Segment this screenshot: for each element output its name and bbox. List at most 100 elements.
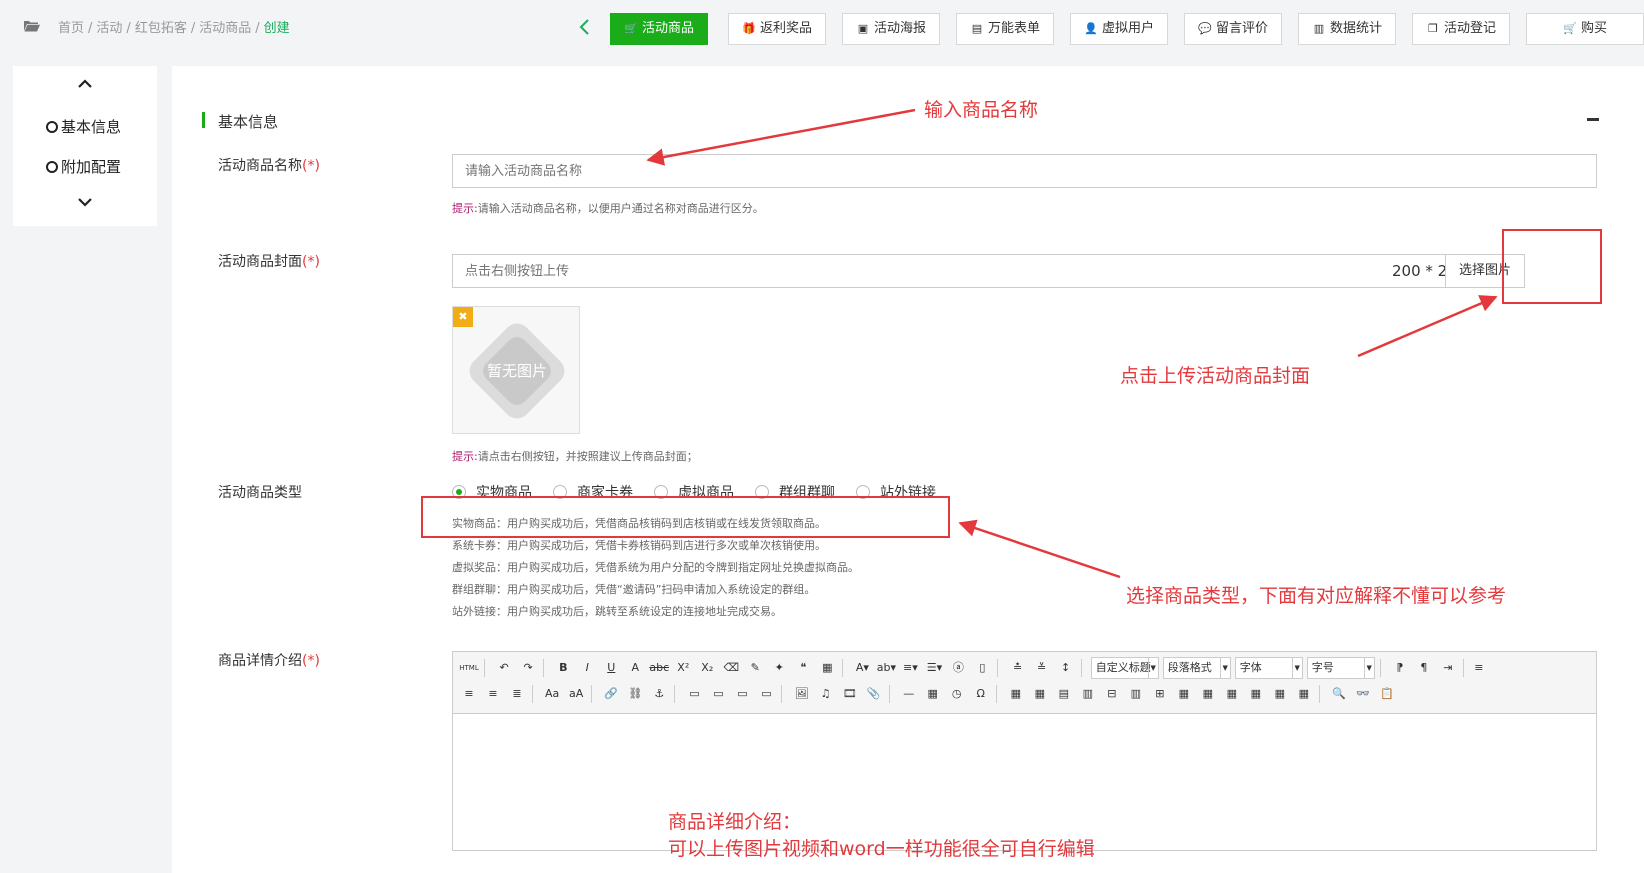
delete-row-icon[interactable]: ⊟ bbox=[1102, 684, 1122, 704]
collapse-icon[interactable] bbox=[1587, 118, 1599, 121]
chevron-up-icon[interactable] bbox=[13, 74, 157, 93]
breadcrumb-item-home[interactable]: 首页 bbox=[58, 21, 84, 36]
breadcrumb-current: 创建 bbox=[263, 21, 290, 36]
insert-table-icon[interactable]: ▦ bbox=[1006, 684, 1026, 704]
image-icon: ▣ bbox=[857, 22, 869, 35]
uppercase-icon[interactable]: Aa bbox=[542, 684, 562, 704]
highlight-box-choose-image bbox=[1502, 229, 1602, 304]
select-all-icon[interactable]: ⓐ bbox=[948, 658, 968, 678]
split-cols-icon[interactable]: ▦ bbox=[1294, 684, 1314, 704]
highlight-icon[interactable]: ab▾ bbox=[876, 658, 896, 678]
breadcrumb-item-activity[interactable]: 活动 bbox=[96, 21, 122, 36]
product-cover-input[interactable] bbox=[452, 254, 1381, 288]
tab-purchase[interactable]: 🛒 购买 bbox=[1526, 13, 1644, 45]
merge-cells-icon[interactable]: ▦ bbox=[1174, 684, 1194, 704]
drafts-icon[interactable]: 📋 bbox=[1377, 684, 1397, 704]
row-spacing-bottom-icon[interactable]: ≚ bbox=[1032, 658, 1052, 678]
subscript-icon[interactable]: X₂ bbox=[697, 658, 717, 678]
product-name-hint: 提示:请输入活动商品名称，以便用户通过名称对商品进行区分。 bbox=[452, 202, 764, 215]
insert-col-icon[interactable]: ▥ bbox=[1126, 684, 1146, 704]
date-icon[interactable]: ▦ bbox=[923, 684, 943, 704]
insert-image-icon[interactable]: 🖼 bbox=[792, 684, 812, 704]
remove-image-icon[interactable]: ✖ bbox=[453, 307, 473, 327]
image-none-icon[interactable]: ▭ bbox=[684, 684, 704, 704]
special-char-icon[interactable]: Ω bbox=[971, 684, 991, 704]
bold-icon[interactable]: B bbox=[553, 658, 573, 678]
clear-doc-icon[interactable]: ▯ bbox=[972, 658, 992, 678]
image-right-icon[interactable]: ▭ bbox=[732, 684, 752, 704]
auto-format-icon[interactable]: ✦ bbox=[769, 658, 789, 678]
cart-icon: 🛒 bbox=[624, 22, 638, 35]
align-left-icon[interactable]: ≡ bbox=[1469, 658, 1489, 678]
unlink-icon[interactable]: ⛓ bbox=[625, 684, 645, 704]
rtl-icon[interactable]: ¶ bbox=[1414, 658, 1434, 678]
align-justify-icon[interactable]: ≣ bbox=[507, 684, 527, 704]
image-center-icon[interactable]: ▭ bbox=[756, 684, 776, 704]
image-left-icon[interactable]: ▭ bbox=[708, 684, 728, 704]
tab-virtual-users[interactable]: 👤 虚拟用户 bbox=[1070, 13, 1168, 45]
split-cells-icon[interactable]: ▦ bbox=[1246, 684, 1266, 704]
tab-activity-products[interactable]: 🛒 活动商品 bbox=[610, 13, 708, 45]
annotation-detail-note-line1: 商品详细介绍： bbox=[668, 811, 802, 833]
align-right-icon[interactable]: ≡ bbox=[483, 684, 503, 704]
underline-icon[interactable]: U bbox=[601, 658, 621, 678]
lowercase-icon[interactable]: aA bbox=[566, 684, 586, 704]
insert-paragraph-before-table-icon[interactable]: ▤ bbox=[1054, 684, 1074, 704]
align-center-icon[interactable]: ≡ bbox=[459, 684, 479, 704]
sidenav-item-basic-info[interactable]: 基本信息 bbox=[46, 116, 121, 137]
unordered-list-icon[interactable]: ☰▾ bbox=[924, 658, 944, 678]
merge-down-icon[interactable]: ▦ bbox=[1222, 684, 1242, 704]
paste-plain-icon[interactable]: ▦ bbox=[817, 658, 837, 678]
font-color-icon[interactable]: A▾ bbox=[852, 658, 872, 678]
eraser-icon[interactable]: ⌫ bbox=[721, 658, 741, 678]
video-icon[interactable]: 🎞 bbox=[840, 684, 860, 704]
line-height-icon[interactable]: ↕ bbox=[1056, 658, 1076, 678]
product-name-input[interactable] bbox=[452, 154, 1597, 188]
caret-down-icon: ▼ bbox=[1219, 658, 1230, 678]
attachment-icon[interactable]: 📎 bbox=[864, 684, 884, 704]
html-source-icon[interactable]: HTML bbox=[459, 658, 479, 678]
sidenav-item-extra-config[interactable]: 附加配置 bbox=[46, 156, 121, 177]
row-spacing-top-icon[interactable]: ≛ bbox=[1008, 658, 1028, 678]
font-family-select[interactable]: 字体 ▼ bbox=[1234, 657, 1303, 679]
format-brush-icon[interactable]: ✎ bbox=[745, 658, 765, 678]
italic-icon[interactable]: I bbox=[577, 658, 597, 678]
tab-statistics[interactable]: ▥ 数据统计 bbox=[1298, 13, 1396, 45]
breadcrumb-item-products[interactable]: 活动商品 bbox=[199, 21, 251, 36]
split-rows-icon[interactable]: ▦ bbox=[1270, 684, 1290, 704]
music-icon[interactable]: ♫ bbox=[816, 684, 836, 704]
insert-row-icon[interactable]: ▥ bbox=[1078, 684, 1098, 704]
time-icon[interactable]: ◷ bbox=[947, 684, 967, 704]
font-size-select[interactable]: 字号 ▼ bbox=[1306, 657, 1375, 679]
type-explanation: 群组群聊：用户购买成功后，凭借“邀请码”扫码申请加入系统设定的群组。 bbox=[452, 583, 816, 596]
ordered-list-icon[interactable]: ≡▾ bbox=[900, 658, 920, 678]
indent-icon[interactable]: ⇥ bbox=[1438, 658, 1458, 678]
superscript-icon[interactable]: X² bbox=[673, 658, 693, 678]
link-icon[interactable]: 🔗 bbox=[601, 684, 621, 704]
tab-comments[interactable]: 💬 留言评价 bbox=[1184, 13, 1282, 45]
redo-icon[interactable]: ↷ bbox=[518, 658, 538, 678]
custom-title-select[interactable]: 自定义标题 ▼ bbox=[1090, 657, 1159, 679]
type-explanation: 虚拟奖品：用户购买成功后，凭借系统为用户分配的令牌到指定网址兑换虚拟商品。 bbox=[452, 561, 859, 574]
annotation-detail-note-line2: 可以上传图片视频和word一样功能很全可自行编辑 bbox=[668, 838, 1095, 860]
tab-activity-poster[interactable]: ▣ 活动海报 bbox=[842, 13, 940, 45]
delete-table-icon[interactable]: ▦ bbox=[1030, 684, 1050, 704]
preview-icon[interactable]: 👓 bbox=[1353, 684, 1373, 704]
tab-rebate-prizes[interactable]: 🎁 返利奖品 bbox=[728, 13, 826, 45]
breadcrumb-item-redpacket[interactable]: 红包拓客 bbox=[135, 21, 187, 36]
anchor-icon[interactable]: ⚓ bbox=[649, 684, 669, 704]
chevron-left-icon[interactable] bbox=[575, 17, 595, 37]
quote-icon[interactable]: ❝ bbox=[793, 658, 813, 678]
merge-right-icon[interactable]: ▦ bbox=[1198, 684, 1218, 704]
tab-universal-form[interactable]: ▤ 万能表单 bbox=[956, 13, 1054, 45]
ltr-icon[interactable]: ⁋ bbox=[1390, 658, 1410, 678]
font-border-icon[interactable]: A bbox=[625, 658, 645, 678]
strikethrough-icon[interactable]: abc bbox=[649, 658, 669, 678]
horizontal-rule-icon[interactable]: — bbox=[899, 684, 919, 704]
tab-registration[interactable]: ❐ 活动登记 bbox=[1412, 13, 1510, 45]
paragraph-format-select[interactable]: 段落格式 ▼ bbox=[1162, 657, 1231, 679]
chevron-down-icon[interactable] bbox=[13, 192, 157, 211]
undo-icon[interactable]: ↶ bbox=[494, 658, 514, 678]
search-replace-icon[interactable]: 🔍 bbox=[1329, 684, 1349, 704]
delete-col-icon[interactable]: ⊞ bbox=[1150, 684, 1170, 704]
